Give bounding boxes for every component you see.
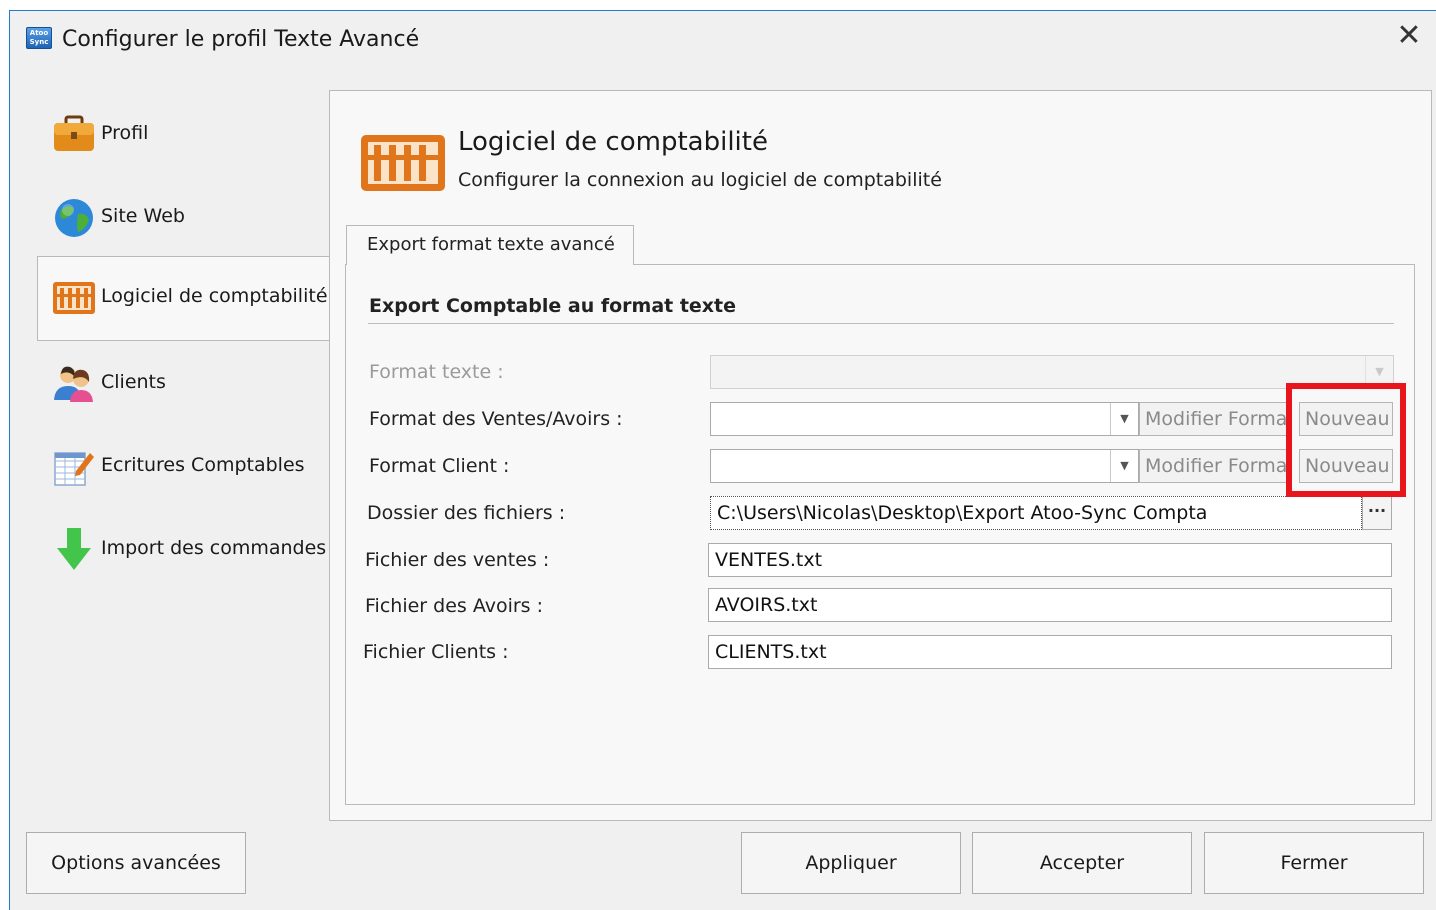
sidebar-item-label: Ecritures Comptables	[101, 454, 305, 476]
sidebar-item-profil[interactable]: Profil	[38, 101, 338, 165]
options-avancees-button[interactable]: Options avancées	[26, 832, 246, 894]
format-texte-select: ▼	[710, 355, 1394, 389]
nouveau-client-button[interactable]: Nouveau	[1299, 449, 1393, 483]
format-ventes-select[interactable]: ▼	[710, 402, 1139, 436]
fichier-ventes-label: Fichier des ventes :	[365, 549, 550, 571]
modifier-format-client-button[interactable]: Modifier Format	[1139, 449, 1291, 483]
sidebar-item-logiciel-comptabilite[interactable]: Logiciel de comptabilité	[37, 256, 331, 341]
sidebar-item-clients[interactable]: Clients	[38, 350, 338, 414]
main-panel: Logiciel de comptabilité Configurer la c…	[329, 90, 1432, 821]
group-divider	[368, 323, 1394, 324]
tab-page: Export Comptable au format texte Format …	[345, 264, 1415, 805]
sidebar-item-label: Profil	[101, 122, 149, 144]
users-icon	[54, 366, 93, 402]
briefcase-icon	[54, 115, 94, 151]
dialog-window: Atoo Sync Configurer le profil Texte Avan…	[9, 10, 1436, 910]
window-title: Configurer le profil Texte Avancé	[62, 27, 420, 52]
appliquer-button[interactable]: Appliquer	[741, 832, 961, 894]
chevron-down-icon: ▼	[1365, 356, 1393, 388]
dossier-label: Dossier des fichiers :	[367, 502, 566, 524]
abacus-icon	[361, 135, 445, 191]
chevron-down-icon[interactable]: ▼	[1110, 403, 1138, 435]
ledger-edit-icon	[54, 452, 94, 486]
dossier-input[interactable]: C:\Users\Nicolas\Desktop\Export Atoo-Syn…	[710, 496, 1362, 530]
browse-button[interactable]: ···	[1362, 496, 1392, 530]
format-client-select[interactable]: ▼	[710, 449, 1139, 483]
globe-icon	[55, 199, 93, 237]
section-title: Logiciel de comptabilité	[458, 127, 768, 157]
fichier-avoirs-input[interactable]: AVOIRS.txt	[708, 588, 1392, 622]
fichier-ventes-input[interactable]: VENTES.txt	[708, 543, 1392, 577]
modifier-format-ventes-button[interactable]: Modifier Format	[1139, 402, 1291, 436]
tab-export-format-texte-avance[interactable]: Export format texte avancé	[346, 225, 634, 265]
sidebar-item-label: Import des commandes	[101, 537, 327, 559]
sidebar-item-site-web[interactable]: Site Web	[38, 184, 338, 248]
sidebar-item-import-commandes[interactable]: Import des commandes	[38, 516, 338, 580]
sidebar-item-label: Clients	[101, 371, 166, 393]
abacus-icon	[53, 282, 95, 314]
format-client-label: Format Client :	[369, 455, 510, 477]
sidebar-item-ecritures-comptables[interactable]: Ecritures Comptables	[38, 433, 338, 497]
close-button[interactable]: ✕	[1386, 17, 1432, 57]
arrow-down-icon	[57, 528, 91, 570]
fermer-button[interactable]: Fermer	[1204, 832, 1424, 894]
nouveau-ventes-button[interactable]: Nouveau	[1299, 402, 1393, 436]
fichier-clients-label: Fichier Clients :	[363, 641, 509, 663]
group-title: Export Comptable au format texte	[369, 295, 737, 317]
fichier-avoirs-label: Fichier des Avoirs :	[365, 595, 544, 617]
title-bar: Atoo Sync Configurer le profil Texte Avan…	[10, 11, 1436, 69]
format-texte-label: Format texte :	[369, 361, 504, 383]
fichier-clients-input[interactable]: CLIENTS.txt	[708, 635, 1392, 669]
app-logo-icon: Atoo Sync	[26, 27, 52, 49]
section-subtitle: Configurer la connexion au logiciel de c…	[458, 169, 942, 191]
accepter-button[interactable]: Accepter	[972, 832, 1192, 894]
sidebar-item-label: Site Web	[101, 205, 185, 227]
sidebar-item-label: Logiciel de comptabilité	[101, 285, 328, 307]
chevron-down-icon[interactable]: ▼	[1110, 450, 1138, 482]
format-ventes-label: Format des Ventes/Avoirs :	[369, 408, 623, 430]
